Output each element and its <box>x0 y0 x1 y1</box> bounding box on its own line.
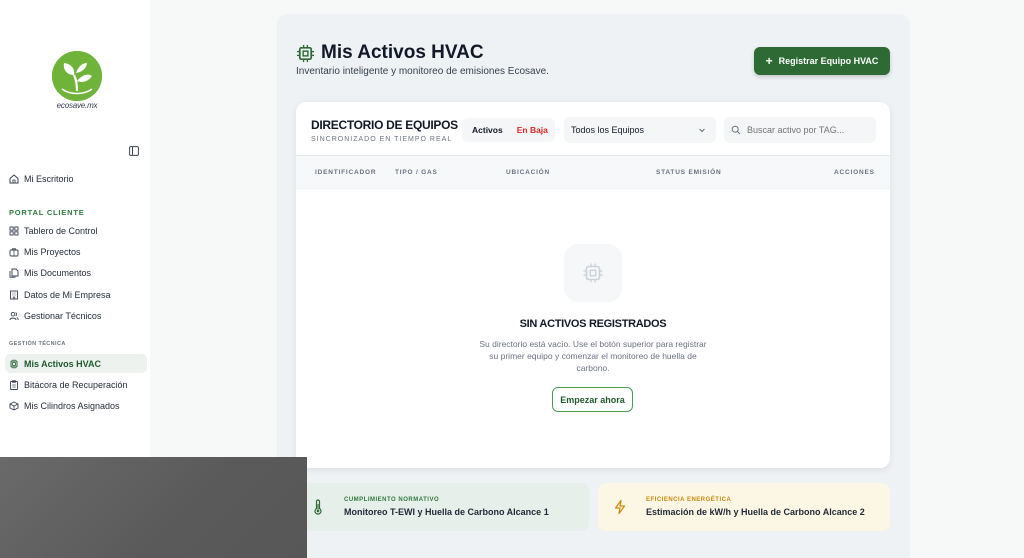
sidebar-item-label: Tablero de Control <box>24 225 98 236</box>
home-icon <box>9 173 19 183</box>
toggle-en-baja[interactable]: En Baja <box>517 125 548 135</box>
clipboard-icon <box>10 379 18 390</box>
info-card-text: Estimación de kW/h y Huella de Carbono A… <box>646 507 865 517</box>
sidebar-item-label: Mis Documentos <box>24 267 92 278</box>
sidebar-toggle-icon[interactable] <box>129 146 139 156</box>
logo-text: ecosave.mx <box>56 101 98 110</box>
page-title-text: Mis Activos HVAC <box>321 42 484 63</box>
sidebar-item-tecnicos[interactable]: Gestionar Técnicos <box>5 306 147 325</box>
info-card-cumplimiento: CUMPLIMIENTO NORMATIVO Monitoreo T-EWI y… <box>296 483 589 531</box>
sidebar-item-label: Mis Activos HVAC <box>24 358 102 369</box>
empty-state-icon <box>564 244 622 302</box>
search-input[interactable] <box>747 125 867 135</box>
info-card-eficiencia: EFICIENCIA ENERGÉTICA Estimación de kW/h… <box>598 483 890 531</box>
equipment-filter-select[interactable]: Todos los Equipos <box>564 117 716 143</box>
sidebar-item-label: Mi Escritorio <box>24 173 74 184</box>
directory-title: DIRECTORIO DE EQUIPOS <box>311 118 458 132</box>
users-icon <box>9 311 19 320</box>
chevron-down-icon <box>699 128 705 133</box>
sidebar-item-tablero[interactable]: Tablero de Control <box>5 221 147 240</box>
box-icon <box>9 400 19 411</box>
info-card-text: Monitoreo T-EWI y Huella de Carbono Alca… <box>344 507 549 517</box>
sidebar-item-activos-hvac[interactable]: Mis Activos HVAC <box>5 354 147 373</box>
toggle-activos[interactable]: Activos <box>472 125 503 135</box>
empty-state-title: SIN ACTIVOS REGISTRADOS <box>519 318 667 330</box>
section-gestion-tecnica: GESTIÓN TÉCNICA <box>9 341 66 347</box>
search-icon <box>731 125 741 135</box>
sidebar-item-empresa[interactable]: Datos de Mi Empresa <box>5 285 147 304</box>
directory-subtitle: SINCRONIZADO EN TIEMPO REAL <box>311 136 453 143</box>
lightning-icon <box>614 499 626 515</box>
cpu-icon <box>583 263 603 283</box>
plus-icon: + <box>765 54 773 68</box>
sidebar-item-proyectos[interactable]: Mis Proyectos <box>5 242 147 261</box>
sidebar-item-documentos[interactable]: Mis Documentos <box>5 263 147 282</box>
sidebar-item-label: Mis Proyectos <box>24 246 81 257</box>
column-acciones: ACCIONES <box>834 169 875 176</box>
documents-icon <box>9 268 19 278</box>
info-card-label: EFICIENCIA ENERGÉTICA <box>646 497 732 503</box>
overlay-panel <box>0 457 307 558</box>
sidebar-item-bitacora[interactable]: Bitácora de Recuperación <box>5 375 147 394</box>
empty-state-description: Su directorio está vacío. Use el botón s… <box>479 339 707 373</box>
section-portal-cliente: PORTAL CLIENTE <box>9 208 85 217</box>
status-toggle: Activos En Baja <box>462 118 555 142</box>
start-now-button[interactable]: Empezar ahora <box>552 387 633 412</box>
sidebar-item-label: Bitácora de Recuperación <box>24 379 128 390</box>
register-hvac-label: Registrar Equipo HVAC <box>778 56 879 66</box>
table-header: IDENTIFICADOR TIPO / GAS UBICACIÓN STATU… <box>296 155 890 189</box>
cpu-icon <box>10 359 18 368</box>
sidebar-item-label: Datos de Mi Empresa <box>24 289 111 300</box>
column-tipo-gas: TIPO / GAS <box>395 169 438 176</box>
grid-icon <box>9 226 19 235</box>
search-box <box>724 117 876 143</box>
filter-selected-value: Todos los Equipos <box>571 125 645 135</box>
column-identificador: IDENTIFICADOR <box>315 169 377 176</box>
sidebar-item-cilindros[interactable]: Mis Cilindros Asignados <box>5 396 147 415</box>
sidebar-item-mi-escritorio[interactable]: Mi Escritorio <box>5 169 147 188</box>
info-card-label: CUMPLIMIENTO NORMATIVO <box>344 497 440 503</box>
thermometer-icon <box>314 499 322 515</box>
cpu-icon <box>296 44 315 62</box>
building-icon <box>10 290 18 299</box>
page-title: Mis Activos HVAC <box>296 42 484 64</box>
column-ubicacion: UBICACIÓN <box>506 169 551 176</box>
sidebar-item-label: Gestionar Técnicos <box>24 310 102 321</box>
sidebar-item-label: Mis Cilindros Asignados <box>24 400 120 411</box>
register-hvac-button[interactable]: + Registrar Equipo HVAC <box>754 47 890 75</box>
page-subtitle: Inventario inteligente y monitoreo de em… <box>296 66 549 77</box>
logo-plant-icon <box>52 51 102 101</box>
ecosave-logo[interactable]: ecosave.mx <box>52 51 102 113</box>
directory-card: DIRECTORIO DE EQUIPOS SINCRONIZADO EN TI… <box>296 102 890 468</box>
column-status-emision: STATUS EMISIÓN <box>656 169 722 176</box>
briefcase-icon <box>9 247 19 256</box>
